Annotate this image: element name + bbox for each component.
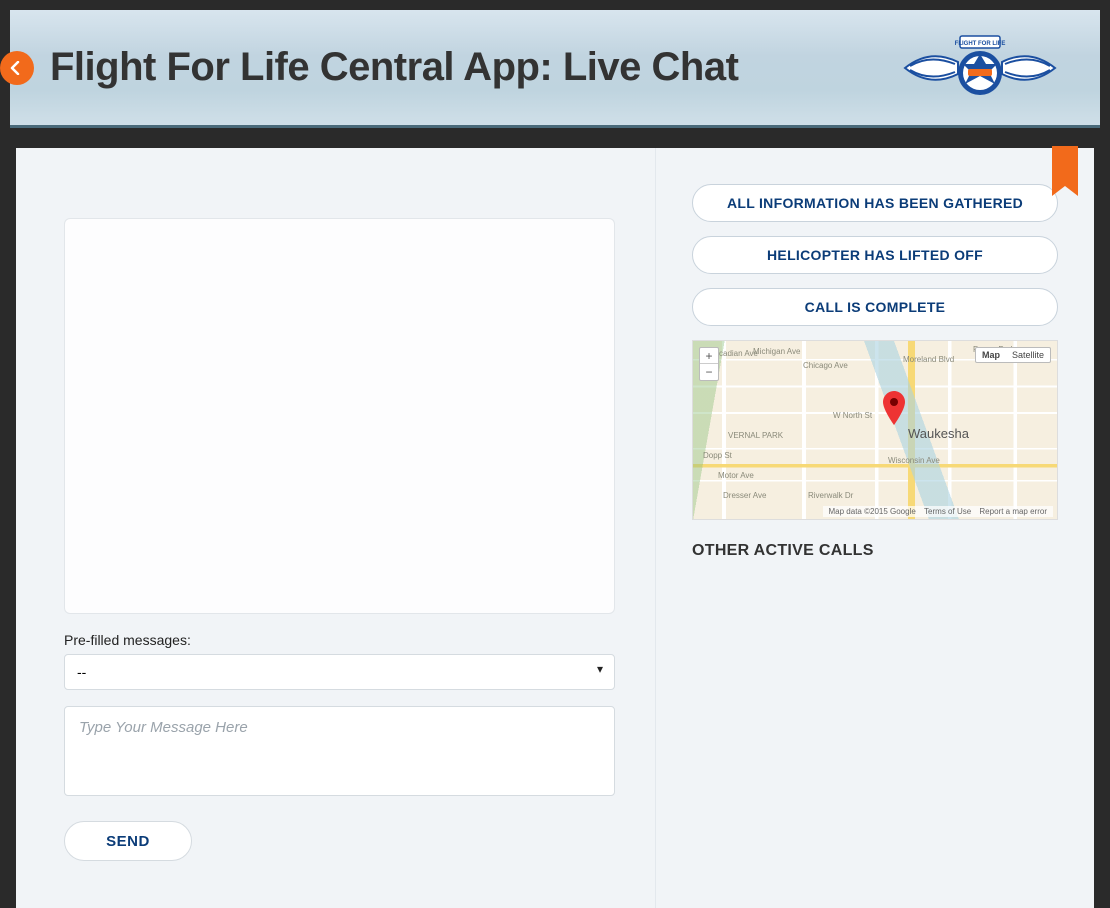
app-logo: FLIGHT FOR LIFE (900, 28, 1060, 108)
map-pin-icon (883, 391, 905, 425)
status-info-gathered-button[interactable]: ALL INFORMATION HAS BEEN GATHERED (692, 184, 1058, 222)
map-street-label: Moreland Blvd (903, 355, 954, 364)
chat-history (64, 218, 615, 614)
other-calls-heading: OTHER ACTIVE CALLS (692, 542, 1058, 560)
status-lifted-off-button[interactable]: HELICOPTER HAS LIFTED OFF (692, 236, 1058, 274)
location-map[interactable]: Michigan AveChicago Ave W North St VERNAL … (692, 340, 1058, 520)
map-street-label: Michigan Ave (753, 347, 800, 356)
sidebar: ALL INFORMATION HAS BEEN GATHERED HELICO… (656, 148, 1094, 908)
map-street-label: W North St (833, 411, 872, 420)
map-street-label: Motor Ave (718, 471, 754, 480)
send-button[interactable]: SEND (64, 821, 192, 861)
back-button[interactable] (0, 51, 34, 85)
map-street-label: Wisconsin Ave (888, 456, 940, 465)
map-type-map-button[interactable]: Map (976, 348, 1006, 362)
map-street-label: Riverwalk Dr (808, 491, 853, 500)
map-street-label: Chicago Ave (803, 361, 848, 370)
map-street-label: Dresser Ave (723, 491, 766, 500)
map-attribution: Map data ©2015 Google Terms of Use Repor… (823, 506, 1053, 517)
map-type-control: Map Satellite (975, 347, 1051, 363)
prefilled-label: Pre-filled messages: (64, 632, 615, 648)
status-call-complete-button[interactable]: CALL IS COMPLETE (692, 288, 1058, 326)
bookmark-icon (1052, 146, 1078, 186)
page-title: Flight For Life Central App: Live Chat (50, 45, 738, 90)
app-header: Flight For Life Central App: Live Chat F… (10, 10, 1100, 128)
message-input[interactable] (64, 706, 615, 796)
map-street-label: Dopp St (703, 451, 732, 460)
map-zoom-out-button[interactable]: − (700, 364, 718, 380)
svg-text:FLIGHT FOR LIFE: FLIGHT FOR LIFE (955, 41, 1006, 47)
map-report-link[interactable]: Report a map error (979, 507, 1047, 516)
map-copyright: Map data ©2015 Google (829, 507, 916, 516)
map-zoom-in-button[interactable]: + (700, 348, 718, 364)
map-type-satellite-button[interactable]: Satellite (1006, 348, 1050, 362)
prefilled-select[interactable]: -- (64, 654, 615, 690)
map-zoom-control: + − (699, 347, 719, 381)
map-city-label: Waukesha (908, 426, 969, 441)
map-terms-link[interactable]: Terms of Use (924, 507, 971, 516)
map-street-label: VERNAL PARK (728, 431, 783, 440)
chat-panel: Pre-filled messages: -- SEND (16, 148, 656, 908)
